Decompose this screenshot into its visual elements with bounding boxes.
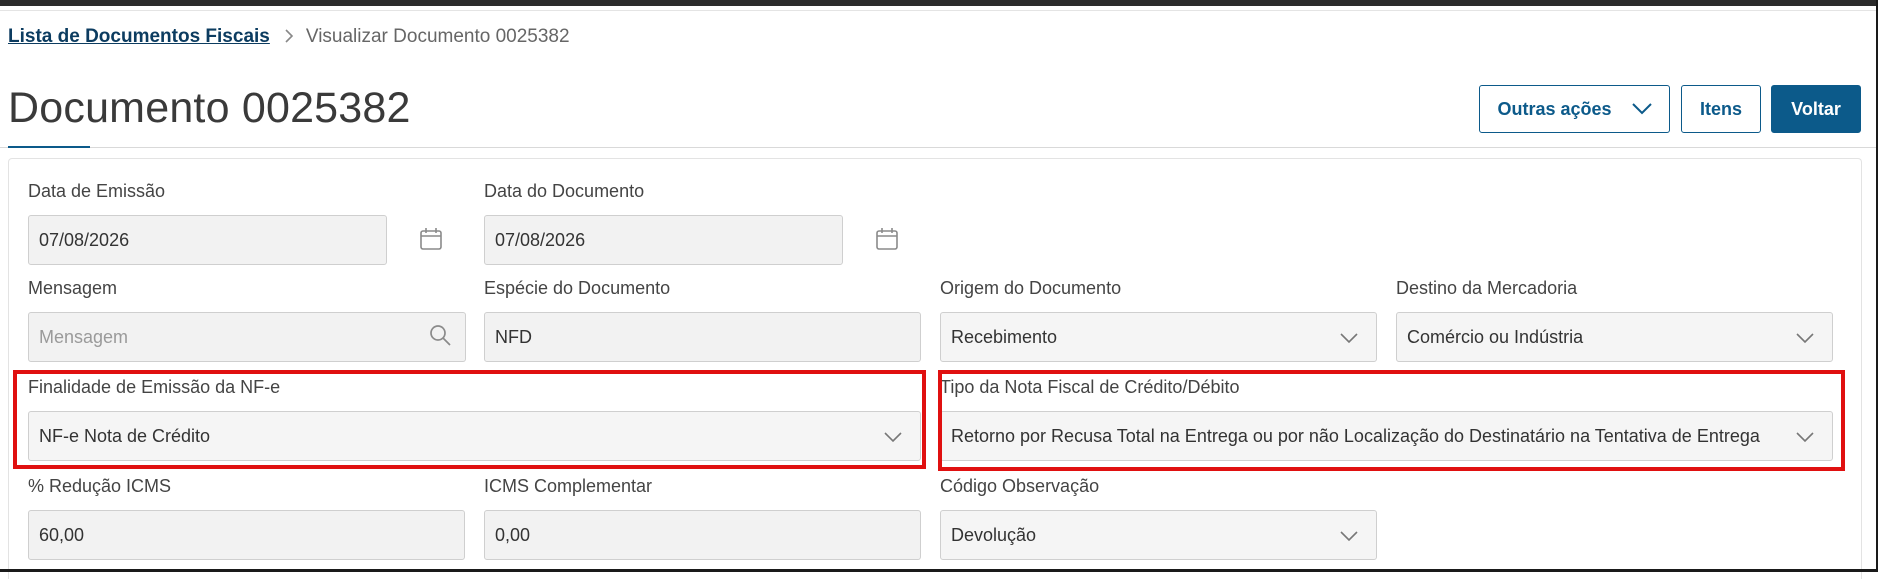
chevron-down-icon: [1340, 328, 1358, 349]
codigo-observacao-select[interactable]: Devolução: [940, 510, 1377, 560]
especie-label: Espécie do Documento: [484, 278, 671, 298]
items-button[interactable]: Itens: [1681, 85, 1761, 133]
back-label: Voltar: [1791, 98, 1841, 119]
tipo-nota-value: Retorno por Recusa Total na Entrega ou p…: [951, 425, 1760, 446]
calendar-icon[interactable]: [874, 226, 900, 252]
codigo-observacao-label: Código Observação: [940, 476, 1100, 496]
especie-field[interactable]: NFD: [484, 312, 921, 362]
top-window-bar: [0, 0, 1878, 6]
calendar-icon[interactable]: [418, 226, 444, 252]
items-label: Itens: [1699, 98, 1742, 119]
tipo-nota-select[interactable]: Retorno por Recusa Total na Entrega ou p…: [940, 411, 1833, 461]
more-actions-label: Outras ações: [1497, 98, 1612, 119]
breadcrumb-current: Visualizar Documento 0025382: [305, 26, 570, 47]
top-divider: [0, 10, 1878, 11]
chevron-down-icon: [1340, 526, 1358, 547]
breadcrumb: Lista de Documentos Fiscais Visualizar D…: [8, 26, 570, 48]
finalidade-select[interactable]: NF-e Nota de Crédito: [28, 411, 921, 461]
search-icon: [428, 323, 452, 352]
data-emissao-field[interactable]: 07/08/2026: [28, 215, 387, 265]
data-documento-field[interactable]: 07/08/2026: [484, 215, 843, 265]
chevron-right-icon: [284, 27, 294, 48]
destino-label: Destino da Mercadoria: [1396, 278, 1578, 298]
more-actions-button[interactable]: Outras ações: [1479, 85, 1670, 133]
destino-select[interactable]: Comércio ou Indústria: [1396, 312, 1833, 362]
icms-complementar-field[interactable]: 0,00: [484, 510, 921, 560]
tipo-nota-label: Tipo da Nota Fiscal de Crédito/Débito: [940, 377, 1240, 397]
finalidade-value: NF-e Nota de Crédito: [39, 425, 211, 446]
origem-select[interactable]: Recebimento: [940, 312, 1377, 362]
back-button[interactable]: Voltar: [1771, 85, 1861, 133]
reducao-icms-label: % Redução ICMS: [28, 476, 172, 496]
chevron-down-icon: [884, 427, 902, 448]
title-underline: [8, 146, 90, 148]
data-emissao-label: Data de Emissão: [28, 181, 166, 201]
chevron-down-icon: [1631, 99, 1652, 120]
data-documento-label: Data do Documento: [484, 181, 645, 201]
codigo-observacao-value: Devolução: [951, 524, 1037, 545]
header-divider: [0, 147, 1878, 148]
breadcrumb-link-documents-list[interactable]: Lista de Documentos Fiscais: [8, 26, 270, 48]
mensagem-label: Mensagem: [28, 278, 118, 298]
reducao-icms-field[interactable]: 60,00: [28, 510, 465, 560]
destino-value: Comércio ou Indústria: [1407, 326, 1584, 347]
finalidade-label: Finalidade de Emissão da NF-e: [28, 377, 281, 397]
chevron-down-icon: [1796, 427, 1814, 448]
origem-label: Origem do Documento: [940, 278, 1122, 298]
origem-value: Recebimento: [951, 326, 1058, 347]
page-title: Documento 0025382: [8, 84, 411, 132]
mensagem-input[interactable]: Mensagem: [28, 312, 415, 362]
chevron-down-icon: [1796, 328, 1814, 349]
search-button[interactable]: [414, 312, 466, 362]
icms-complementar-label: ICMS Complementar: [484, 476, 653, 496]
